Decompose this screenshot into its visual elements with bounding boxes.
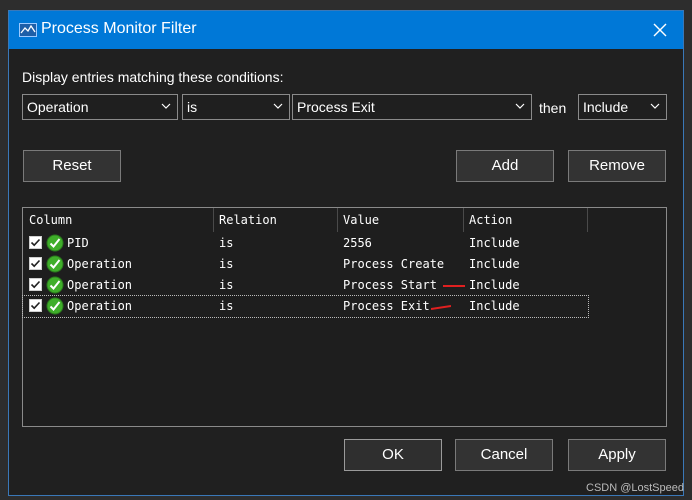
- column-header-column[interactable]: Column: [23, 208, 213, 232]
- column-select[interactable]: Operation: [22, 94, 178, 120]
- remove-button[interactable]: Remove: [568, 150, 666, 182]
- value-select-value: Process Exit: [297, 99, 375, 115]
- filter-row[interactable]: Operation is Process Create Include: [23, 254, 588, 275]
- reset-button[interactable]: Reset: [23, 150, 121, 182]
- chevron-down-icon: [515, 103, 525, 109]
- header-divider[interactable]: [587, 208, 588, 232]
- cancel-button[interactable]: Cancel: [455, 439, 553, 471]
- action-select-value: Include: [583, 99, 629, 115]
- column-select-value: Operation: [27, 99, 89, 115]
- title-bar: Process Monitor Filter: [9, 11, 683, 49]
- close-icon: [653, 23, 667, 37]
- cell-relation: is: [219, 299, 234, 313]
- apply-button[interactable]: Apply: [568, 439, 666, 471]
- column-header-value[interactable]: Value: [337, 208, 463, 232]
- row-checkbox[interactable]: [29, 257, 42, 270]
- column-header-relation[interactable]: Relation: [213, 208, 337, 232]
- chevron-down-icon: [161, 103, 171, 109]
- cell-value: Process Exit: [343, 299, 430, 313]
- column-header-action[interactable]: Action: [463, 208, 587, 232]
- add-button[interactable]: Add: [456, 150, 554, 182]
- relation-select-value: is: [187, 99, 198, 115]
- cell-action: Include: [469, 257, 520, 271]
- cell-action: Include: [469, 278, 520, 292]
- filter-row-selected[interactable]: Operation is Process Exit Include: [22, 295, 589, 318]
- cell-action: Include: [469, 236, 520, 250]
- cell-action: Include: [469, 299, 520, 313]
- chevron-down-icon: [273, 103, 283, 109]
- filter-row[interactable]: PID is 2556 Include: [23, 233, 588, 254]
- annotation-mark: [443, 285, 465, 287]
- row-checkbox[interactable]: [29, 278, 42, 291]
- annotation-mark: [431, 305, 451, 310]
- row-checkbox[interactable]: [29, 236, 42, 249]
- window-title: Process Monitor Filter: [41, 20, 197, 37]
- filter-dialog: Process Monitor Filter Display entries m…: [8, 10, 684, 496]
- cell-relation: is: [219, 236, 234, 250]
- filter-app-icon: [19, 23, 37, 37]
- relation-select[interactable]: is: [182, 94, 290, 120]
- check-icon: [30, 301, 41, 310]
- value-select[interactable]: Process Exit: [292, 94, 532, 120]
- row-checkbox[interactable]: [29, 299, 42, 312]
- then-label: then: [539, 100, 567, 116]
- check-icon: [30, 238, 41, 247]
- chevron-down-icon: [650, 103, 660, 109]
- cell-value: Process Create: [343, 257, 445, 271]
- filter-list[interactable]: Column Relation Value Action PID is 2556…: [22, 207, 667, 427]
- cell-relation: is: [219, 278, 234, 292]
- cell-column: Operation: [67, 299, 133, 313]
- close-button[interactable]: [637, 11, 683, 49]
- conditions-prompt: Display entries matching these condition…: [22, 69, 284, 85]
- cell-column: Operation: [67, 257, 133, 271]
- cell-relation: is: [219, 257, 234, 271]
- action-select[interactable]: Include: [578, 94, 667, 120]
- ok-button[interactable]: OK: [344, 439, 442, 471]
- cell-value: Process Start: [343, 278, 437, 292]
- cell-column: Operation: [67, 278, 133, 292]
- check-icon: [30, 259, 41, 268]
- cell-value: 2556: [343, 236, 372, 250]
- check-icon: [30, 280, 41, 289]
- watermark: CSDN @LostSpeed: [586, 482, 684, 494]
- cell-column: PID: [67, 236, 89, 250]
- filter-row[interactable]: Operation is Process Start Include: [23, 275, 588, 296]
